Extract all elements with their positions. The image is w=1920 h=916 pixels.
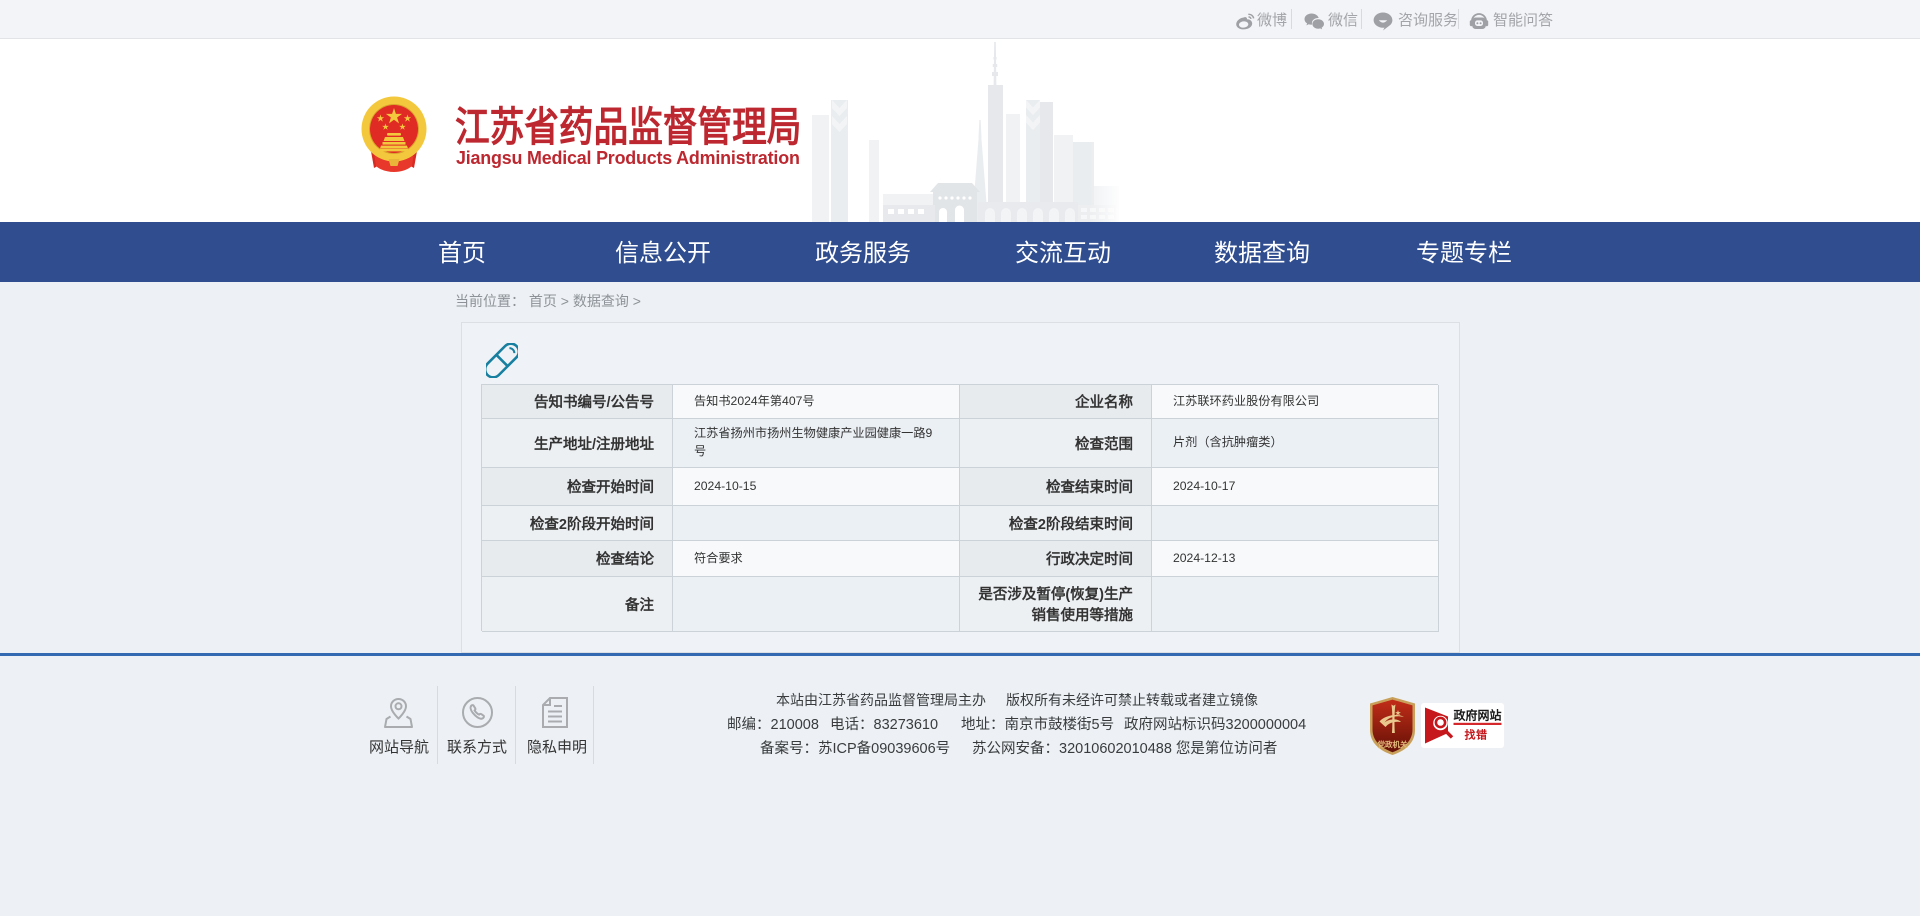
svg-text:找错: 找错: [1465, 728, 1488, 742]
svg-text:党政机关: 党政机关: [1378, 739, 1408, 749]
svg-text:政府网站: 政府网站: [1454, 708, 1502, 723]
